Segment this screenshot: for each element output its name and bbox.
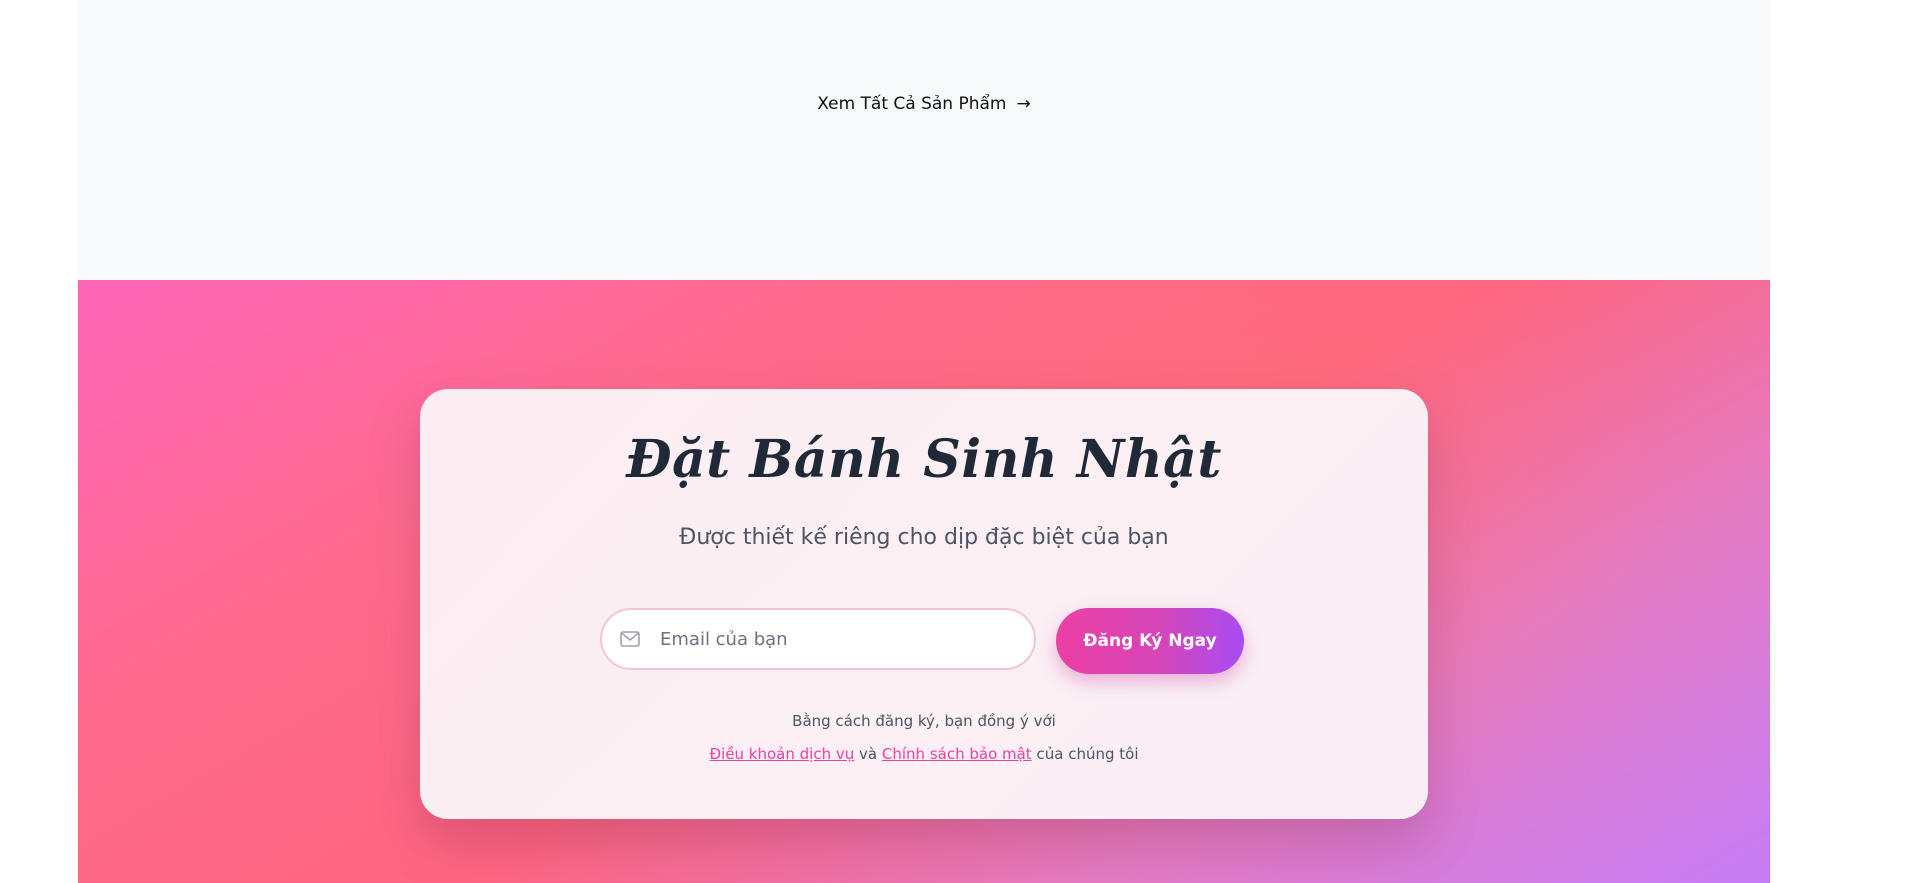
signup-subtitle: Được thiết kế riêng cho dịp đặc biệt của…: [679, 525, 1169, 550]
view-all-products-link[interactable]: Xem Tất Cả Sản Phẩm →: [78, 94, 1770, 114]
signup-title: Đặt Bánh Sinh Nhật: [626, 429, 1222, 490]
arrow-right-icon: →: [1016, 94, 1031, 114]
email-field[interactable]: [600, 608, 1036, 670]
mail-icon: [620, 631, 640, 647]
email-input[interactable]: [658, 627, 1022, 651]
signup-submit-button[interactable]: Đăng Ký Ngay: [1056, 608, 1244, 674]
page: Xem Tất Cả Sản Phẩm → Đặt Bánh Sinh Nhật …: [78, 0, 1770, 883]
terms-and-text: và: [859, 745, 878, 763]
terms-suffix-text: của chúng tôi: [1036, 745, 1139, 763]
privacy-policy-link[interactable]: Chính sách bảo mật: [882, 745, 1032, 763]
products-section-footer: Xem Tất Cả Sản Phẩm →: [78, 0, 1770, 280]
signup-card: Đặt Bánh Sinh Nhật Được thiết kế riêng c…: [420, 389, 1428, 819]
terms-intro-text: Bằng cách đăng ký, bạn đồng ý với: [792, 712, 1056, 730]
birthday-cake-signup-section: Đặt Bánh Sinh Nhật Được thiết kế riêng c…: [78, 280, 1770, 883]
terms-of-service-link[interactable]: Điều khoản dịch vụ: [710, 745, 855, 763]
terms-links-line: Điều khoản dịch vụ và Chính sách bảo mật…: [420, 745, 1428, 763]
view-all-products-label: Xem Tất Cả Sản Phẩm: [817, 94, 1007, 114]
